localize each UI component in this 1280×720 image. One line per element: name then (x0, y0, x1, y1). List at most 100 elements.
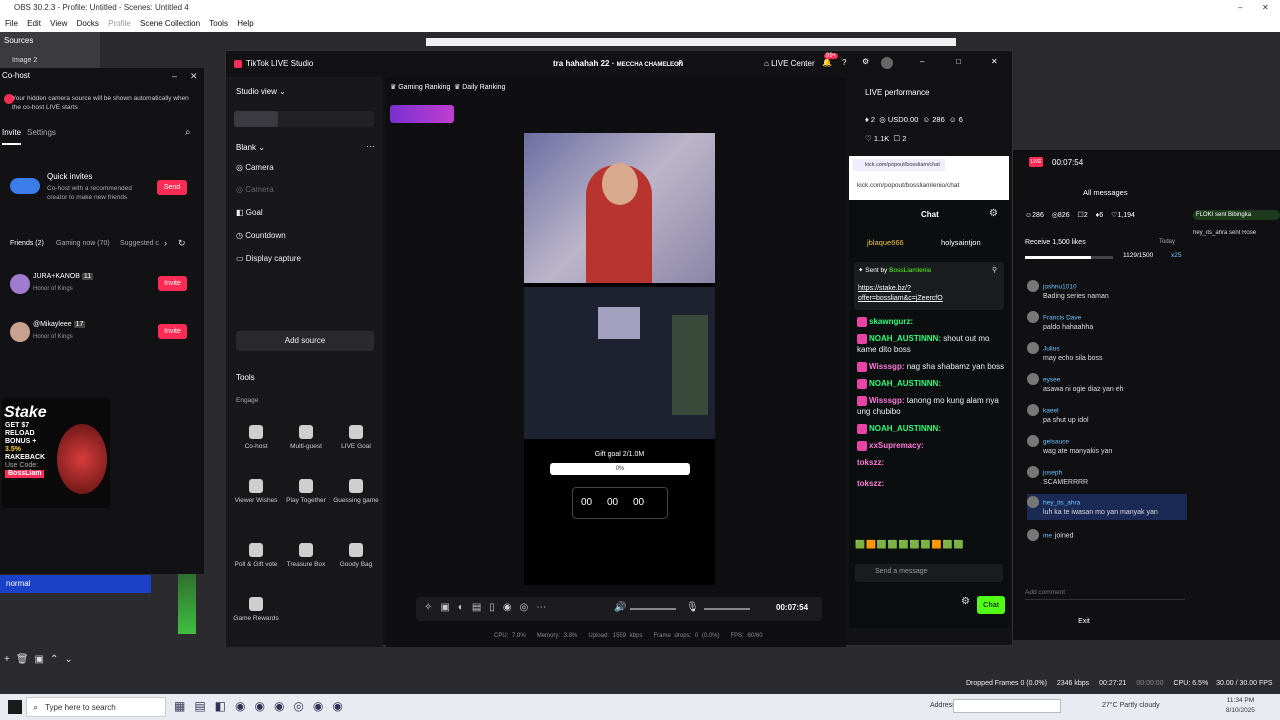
mic-mute-icon[interactable]: 🎙 (686, 602, 699, 613)
weather[interactable]: 27°C Partly cloudy (1102, 702, 1160, 709)
emote-row[interactable]: 🟩🟧🟩🟩🟩🟩🟩🟧🟩🟩 (855, 540, 1003, 552)
all-messages-tab[interactable]: All messages (1083, 188, 1128, 197)
share-icon[interactable]: ⇗ (676, 58, 683, 67)
tool-goody-bag[interactable]: Goody Bag (332, 543, 380, 568)
filter-gaming[interactable]: Gaming now (70) (56, 240, 110, 247)
help-icon[interactable]: ? (842, 58, 846, 67)
quick-invite-title: Quick invites (47, 172, 93, 181)
scene-controls[interactable]: +🗑▣⌃⌄ (4, 654, 79, 665)
users-icon[interactable]: ⚙ (989, 208, 998, 219)
menu-view[interactable]: View (50, 19, 67, 28)
avatar[interactable] (881, 57, 893, 69)
close-icon[interactable]: ✕ (190, 71, 198, 82)
tool-cohost[interactable]: Co-host (232, 425, 280, 450)
source-countdown[interactable]: ◷ Countdown (236, 231, 286, 240)
tool-viewer-wishes[interactable]: Viewer Wishes (232, 479, 280, 504)
filter-suggested[interactable]: Suggested c (120, 240, 159, 247)
tool-multiguest[interactable]: Multi-guest (282, 425, 330, 450)
volume-icon[interactable]: 🔊 (614, 602, 626, 613)
more-icon[interactable]: ⋯ (366, 141, 375, 152)
clock[interactable]: 11:34 PM 8/10/2025 (1226, 696, 1255, 716)
source-camera-hidden[interactable]: ◎ Camera (236, 185, 274, 194)
tool-live-goal[interactable]: LIVE Goal (332, 425, 380, 450)
settings-icon[interactable]: ⚙ (862, 57, 869, 66)
person-name: @Mikayleee 17 (33, 321, 86, 328)
toolbar-icons[interactable]: ✧▣◐▤▯◉◎⋯ (424, 602, 554, 613)
add-comment-input[interactable]: Add comment (1025, 586, 1185, 600)
menu-help[interactable]: Help (237, 19, 253, 28)
invite-button[interactable]: Invite (158, 324, 187, 339)
maximize-icon[interactable]: □ (956, 57, 961, 66)
chevron-right-icon[interactable]: › (164, 238, 167, 248)
menu-docks[interactable]: Docks (77, 19, 99, 28)
tiktok-comment-dock: LIVE 00:07:54 All messages ☺286 ◎826 ☐2 … (1013, 150, 1280, 640)
source-camera[interactable]: ◎ Camera (236, 163, 274, 172)
bitrate: 2346 kbps (1056, 680, 1090, 687)
layout-toggle[interactable] (234, 111, 374, 127)
send-button[interactable]: Send (157, 180, 187, 195)
close-icon[interactable]: ✕ (1262, 0, 1269, 16)
pin-icon[interactable]: ⚲ (992, 266, 997, 274)
invite-button[interactable]: Invite (158, 276, 187, 291)
scene-item-normal[interactable]: normal (0, 575, 151, 593)
settings-icon[interactable]: ⚙ (961, 596, 970, 607)
stream-title[interactable]: tra hahahah 22 · MECCHA CHAMELEON (553, 59, 683, 68)
game-icon (299, 479, 313, 493)
pinned-message[interactable]: ✦ Sent by BossLiamlenio https://stake.bz… (854, 262, 1004, 310)
source-display-capture[interactable]: ▭ Display capture (236, 254, 301, 263)
mic-slider[interactable] (704, 608, 750, 610)
avatar (10, 274, 30, 294)
chat-message: Wisssgp: tanong mo kung alam nya ung chu… (857, 395, 999, 416)
close-icon[interactable]: ✕ (991, 57, 998, 66)
exit-button[interactable]: Exit (1013, 618, 1155, 625)
obs-title-bar: OBS 30.2.3 - Profile: Untitled - Scenes:… (0, 0, 1280, 16)
likes-progress-fill (1025, 256, 1091, 259)
volume-slider[interactable] (630, 608, 676, 610)
tab-invite[interactable]: Invite (2, 128, 22, 145)
taskbar-search[interactable]: ⌕ Type here to search (26, 697, 166, 717)
taskbar-pinned-apps[interactable]: ▦▤◧◉◉◉◎◉◉ (174, 699, 352, 713)
stream-preview-area: ♛ Gaming Ranking ♛ Daily Ranking Gift go… (386, 77, 846, 647)
filter-friends[interactable]: Friends (2) (10, 240, 44, 247)
notification-icon[interactable]: 🔔 (822, 58, 832, 67)
windows-start-icon[interactable] (8, 700, 22, 714)
menu-tools[interactable]: Tools (209, 19, 228, 28)
tool-game-rewards[interactable]: Game Rewards (232, 597, 280, 622)
add-source-button[interactable]: Add source (236, 331, 374, 351)
studio-view-dropdown[interactable]: Studio view ⌄ (236, 87, 286, 96)
refresh-icon[interactable]: ↻ (178, 238, 186, 249)
question-icon (349, 479, 363, 493)
gaming-ranking-tab[interactable]: ♛ Gaming Ranking (390, 83, 450, 91)
comment-item: Francis Dave paldo hahaahha (1027, 311, 1187, 333)
minimize-icon[interactable]: – (172, 71, 177, 81)
kick-message-input[interactable]: Send a message (855, 564, 1003, 582)
tiktok-title-bar: TikTok LIVE Studio tra hahahah 22 · MECC… (226, 51, 1014, 77)
tab-settings[interactable]: Settings (27, 128, 56, 137)
scene-dropdown[interactable]: Blank ⌄ (236, 143, 265, 152)
quick-invite-icon (10, 178, 40, 194)
kick-chat-title: Chat (921, 210, 939, 219)
message-placeholder: Send a message (875, 568, 928, 575)
menu-edit[interactable]: Edit (27, 19, 41, 28)
tool-treasure-box[interactable]: Treasure Box (282, 543, 330, 568)
source-goal[interactable]: ◧ Goal (236, 208, 263, 217)
menu-file[interactable]: File (5, 19, 18, 28)
browser-tab[interactable]: kick.com/popout/bossliam/chat (853, 159, 945, 171)
menu-scene-collection[interactable]: Scene Collection (140, 19, 200, 28)
address-input[interactable] (953, 699, 1061, 713)
daily-ranking-tab[interactable]: ♛ Daily Ranking (454, 83, 505, 91)
minimize-icon[interactable]: – (1238, 0, 1242, 16)
tool-play-together[interactable]: Play Together (282, 479, 330, 504)
tool-poll[interactable]: Poll & Gift vote (232, 543, 280, 568)
live-center-link[interactable]: ⌂ LIVE Center (764, 59, 815, 68)
tool-guessing-game[interactable]: Guessing game (332, 479, 380, 504)
sources-label: Sources (4, 36, 34, 45)
minimize-icon[interactable]: – (920, 57, 924, 66)
chat-message: xxSupremacy: (857, 440, 1005, 451)
chat-send-button[interactable]: Chat (977, 596, 1005, 614)
pinned-link[interactable]: https://stake.bz/?offer=bossliam&c=jZeer… (858, 284, 988, 304)
menu-profile[interactable]: Profile (108, 19, 131, 28)
kick-url[interactable]: kick.com/popout/bossliamlenio/chat (857, 182, 959, 189)
search-icon[interactable]: ⌕ (185, 127, 191, 138)
chat-message: tokszz: (857, 458, 885, 467)
